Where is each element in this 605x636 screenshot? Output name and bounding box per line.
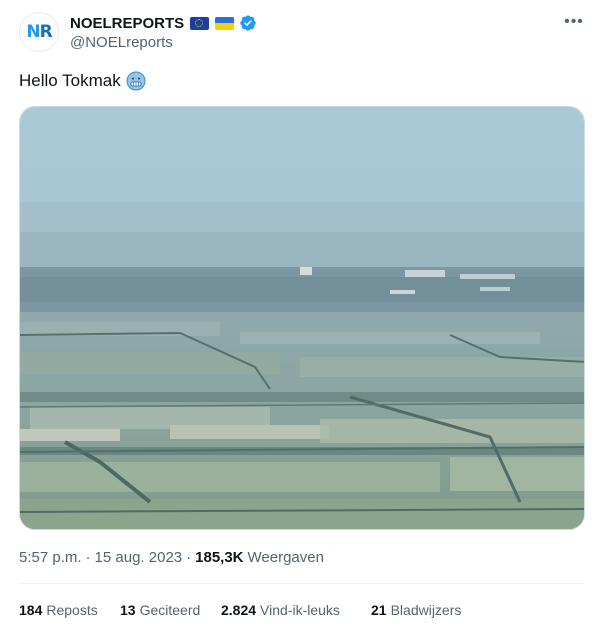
tweet-card: NR NOELREPORTS @NOELreports ••• Hello To… <box>0 0 605 636</box>
tweet-time[interactable]: 5:57 p.m. <box>19 549 82 566</box>
quotes-count: 13 <box>120 602 136 618</box>
landscape-photo <box>20 107 584 529</box>
reposts-count: 184 <box>19 602 43 618</box>
ukraine-flag-icon <box>215 16 235 30</box>
tweet-text-content: Hello Tokmak <box>19 71 121 90</box>
likes-stat[interactable]: 2.824 Vind-ik-leuks <box>221 602 371 618</box>
quotes-label: Geciteerd <box>139 602 201 618</box>
more-options-button[interactable]: ••• <box>560 10 588 34</box>
bookmarks-label: Bladwijzers <box>390 602 462 618</box>
bookmarks-stat[interactable]: 21 Bladwijzers <box>371 602 491 618</box>
avatar[interactable]: NR <box>19 12 59 52</box>
more-dots-icon: ••• <box>564 13 584 30</box>
meta-separator: · <box>186 549 192 566</box>
bookmarks-count: 21 <box>371 602 387 618</box>
views-label: Weergaven <box>247 549 324 566</box>
tweet-text: Hello Tokmak <box>19 71 146 91</box>
tweet-date[interactable]: 15 aug. 2023 <box>95 549 183 566</box>
author-name-row: NOELREPORTS <box>70 13 257 33</box>
verified-badge-icon[interactable] <box>239 14 257 32</box>
cold-face-emoji-icon <box>126 71 146 91</box>
author-handle[interactable]: @NOELreports <box>70 34 173 51</box>
tweet-photo[interactable] <box>19 106 585 530</box>
reposts-label: Reposts <box>46 602 98 618</box>
avatar-logo: NR <box>26 22 52 42</box>
eu-flag-icon <box>190 16 210 30</box>
quotes-stat[interactable]: 13 Geciteerd <box>120 602 221 618</box>
tweet-meta: 5:57 p.m. · 15 aug. 2023 · 185,3K Weerga… <box>19 549 324 566</box>
likes-count: 2.824 <box>221 602 257 618</box>
likes-label: Vind-ik-leuks <box>260 602 340 618</box>
divider <box>19 583 585 584</box>
reposts-stat[interactable]: 184 Reposts <box>19 602 120 618</box>
engagement-stats: 184 Reposts 13 Geciteerd 2.824 Vind-ik-l… <box>19 602 491 618</box>
views-count: 185,3K <box>195 549 244 566</box>
meta-separator: · <box>85 549 91 566</box>
author-display-name[interactable]: NOELREPORTS <box>70 15 184 32</box>
